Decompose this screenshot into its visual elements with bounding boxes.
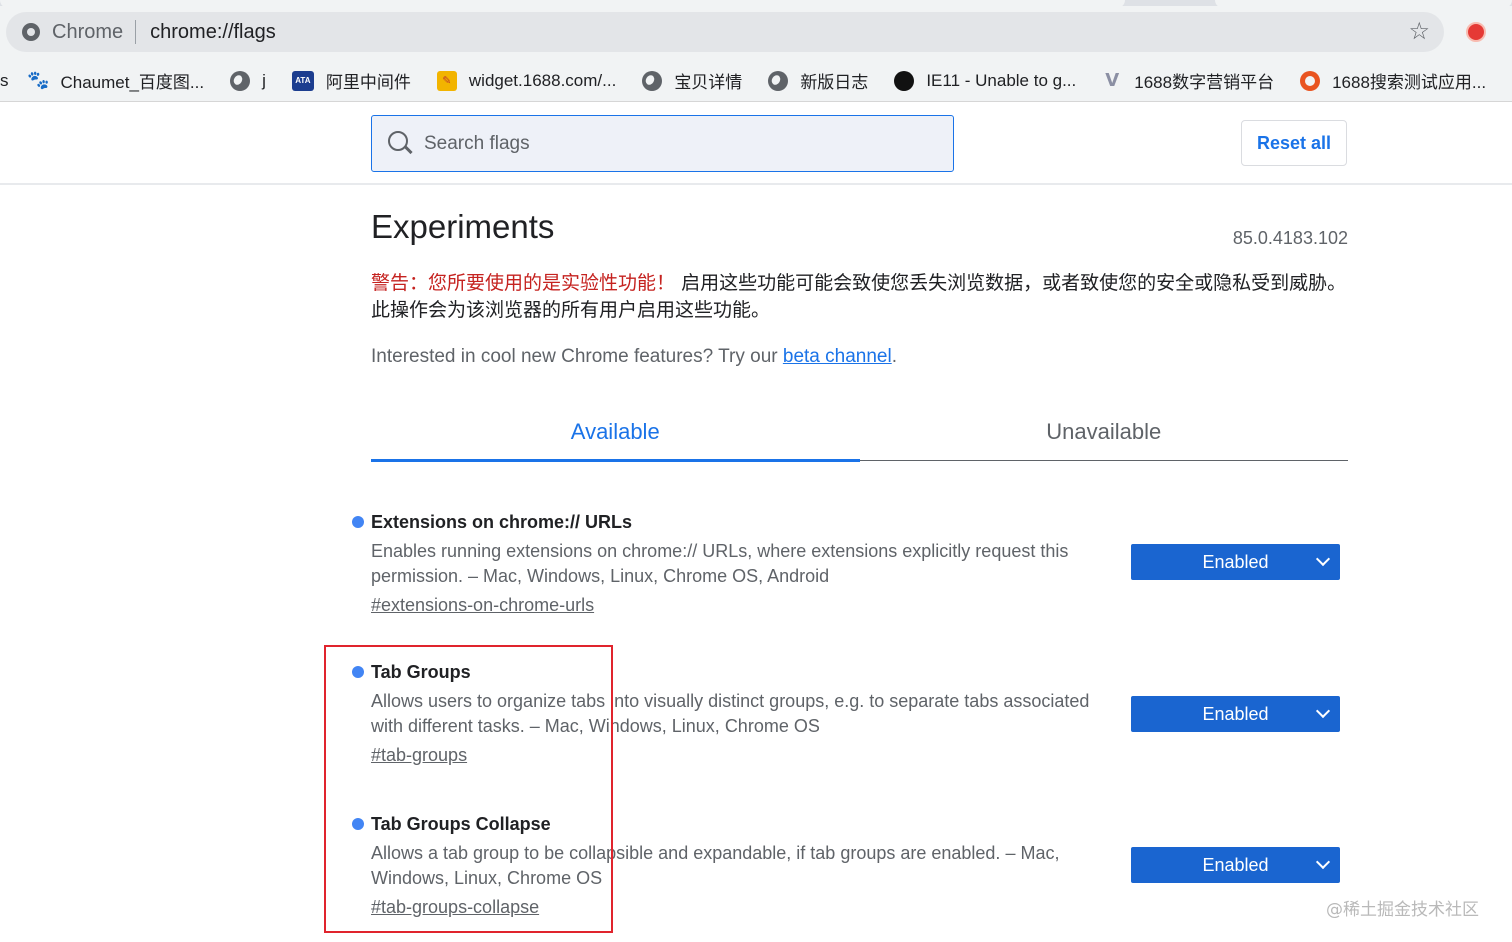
- flag-link[interactable]: #extensions-on-chrome-urls: [371, 592, 594, 618]
- omnibox[interactable]: Chrome chrome://flags ☆: [6, 12, 1444, 52]
- bookmark-item[interactable]: ✎ widget.1688.com/...: [436, 70, 617, 91]
- beta-prefix: Interested in cool new Chrome features? …: [371, 346, 783, 367]
- bookmark-item[interactable]: ATA 阿里中间件: [291, 68, 411, 93]
- bookmark-label: 1688搜索测试应用...: [1332, 73, 1487, 92]
- flag-modified-dot: [352, 516, 364, 528]
- flag-state-select[interactable]: Enabled: [1131, 544, 1340, 580]
- flags-header: Reset all: [0, 103, 1512, 185]
- annotation-highlight-box: [324, 645, 613, 933]
- flag-state-value: Enabled: [1202, 703, 1269, 724]
- version-label: 85.0.4183.102: [1232, 228, 1348, 248]
- bookmark-item[interactable]: 宝贝详情: [642, 68, 742, 93]
- bookmark-label: IE11 - Unable to g...: [926, 70, 1077, 90]
- omnibox-divider: [135, 20, 137, 44]
- chevron-down-icon: [1315, 854, 1331, 870]
- widget-icon: ✎: [436, 70, 457, 91]
- flag-state-value: Enabled: [1202, 551, 1269, 572]
- warning-text: 警告：您所要使用的是实验性功能！ 启用这些功能可能会致使您丢失浏览数据，或者致使…: [371, 270, 1348, 324]
- bookmark-item[interactable]: 1688搜索测试应用...: [1300, 68, 1486, 93]
- flag-state-value: Enabled: [1202, 854, 1269, 875]
- globe-icon: [642, 70, 663, 91]
- bookmark-label: 新版日志: [800, 73, 869, 92]
- site-label: Chrome: [52, 20, 124, 43]
- bookmark-item[interactable]: s: [0, 71, 9, 91]
- bookmarks-bar: s 🐾 Chaumet_百度图... j ATA 阿里中间件 ✎ widget.…: [0, 60, 1512, 102]
- flag-item: Extensions on chrome:// URLs Enables run…: [352, 510, 1348, 618]
- globe-icon: [230, 70, 251, 91]
- bookmark-label: s: [0, 70, 9, 90]
- bookmark-item[interactable]: j: [230, 70, 266, 91]
- bookmark-label: 宝贝详情: [674, 73, 743, 92]
- watermark: @稀土掘金技术社区: [1326, 900, 1479, 920]
- beta-suffix: .: [891, 346, 897, 367]
- flag-state-select[interactable]: Enabled: [1131, 696, 1340, 732]
- flag-description: Enables running extensions on chrome:// …: [371, 541, 1069, 586]
- flag-state-select[interactable]: Enabled: [1131, 847, 1340, 883]
- bookmark-star-icon[interactable]: ☆: [1408, 20, 1430, 44]
- search-input[interactable]: [424, 132, 924, 155]
- vlogo-icon: ᐯ: [1105, 70, 1120, 90]
- bookmark-label: Chaumet_百度图...: [60, 73, 205, 92]
- tab-available[interactable]: Available: [371, 404, 860, 462]
- flags-tabs: Available Unavailable: [371, 404, 1349, 462]
- bookmark-item[interactable]: ᐯ 1688数字营销平台: [1102, 68, 1274, 93]
- page-title: Experiments: [371, 208, 555, 245]
- bookmark-item[interactable]: IE11 - Unable to g...: [894, 70, 1077, 91]
- bookmark-label: 1688数字营销平台: [1134, 73, 1275, 92]
- bookmark-label: widget.1688.com/...: [468, 70, 617, 90]
- globe-icon: [768, 70, 789, 91]
- extension-icon[interactable]: [1466, 22, 1486, 42]
- browser-toolbar: Chrome chrome://flags ☆: [0, 6, 1512, 60]
- bookmark-item[interactable]: 🐾 Chaumet_百度图...: [27, 68, 205, 93]
- ubuntu-icon: [1300, 70, 1321, 91]
- tab-unavailable[interactable]: Unavailable: [860, 404, 1349, 460]
- chrome-icon: [22, 23, 40, 41]
- paw-icon: 🐾: [27, 70, 50, 90]
- bookmark-item[interactable]: 新版日志: [768, 68, 868, 93]
- site-chip[interactable]: Chrome: [6, 12, 123, 52]
- beta-channel-link[interactable]: beta channel: [783, 346, 892, 367]
- beta-channel-line: Interested in cool new Chrome features? …: [371, 346, 897, 368]
- flag-name: Extensions on chrome:// URLs: [371, 512, 633, 532]
- bookmark-label: j: [262, 70, 266, 90]
- bookmark-label: 阿里中间件: [325, 73, 411, 92]
- chevron-down-icon: [1315, 551, 1331, 567]
- omnibox-url[interactable]: chrome://flags: [150, 21, 276, 44]
- warning-red-text: 警告：您所要使用的是实验性功能！: [371, 272, 676, 294]
- search-box[interactable]: [371, 115, 954, 172]
- github-icon: [894, 70, 915, 91]
- chevron-down-icon: [1315, 703, 1331, 719]
- reset-all-button[interactable]: Reset all: [1241, 120, 1347, 166]
- search-icon: [388, 130, 414, 157]
- ata-icon: ATA: [291, 70, 314, 91]
